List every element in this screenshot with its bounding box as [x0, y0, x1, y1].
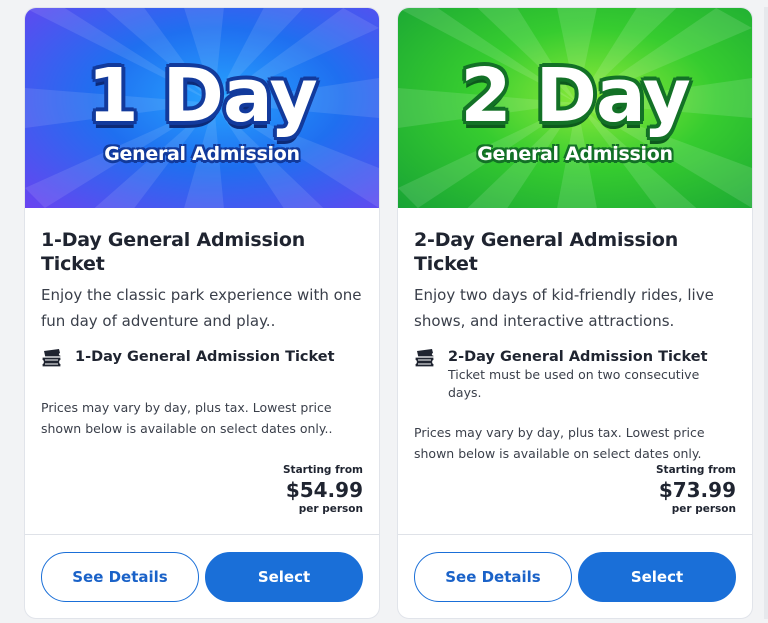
ticket-icon [414, 349, 435, 368]
ticket-name: 2-Day General Admission Ticket [448, 349, 708, 365]
card-title: 2-Day General Admission Ticket [414, 229, 679, 275]
hero-banner: 2 Day General Admission [398, 8, 752, 208]
per-person-label: per person [671, 503, 736, 515]
card-footer: See Details Select [25, 534, 379, 618]
ticket-included: 2-Day General Admission Ticket Ticket mu… [414, 348, 736, 402]
ticket-card-2-day: 2 Day General Admission 2-Day General Ad… [397, 7, 753, 619]
hero-subtitle: General Admission [477, 143, 673, 165]
card-body: 1-Day General Admission Ticket Enjoy the… [25, 208, 379, 534]
card-description: Enjoy two days of kid-friendly rides, li… [414, 286, 714, 330]
hero-title: 2 Day [460, 53, 691, 139]
next-card-edge [764, 7, 768, 619]
ticket-card-1-day: 1 Day General Admission 1-Day General Ad… [24, 7, 380, 619]
ticket-icon [41, 349, 62, 368]
select-button[interactable]: Select [205, 551, 363, 602]
card-title: 1-Day General Admission Ticket [41, 229, 306, 275]
price-block: Starting from $54.99 per person [283, 464, 363, 516]
per-person-label: per person [298, 503, 363, 515]
see-details-button[interactable]: See Details [41, 551, 199, 602]
hero-banner: 1 Day General Admission [25, 8, 379, 208]
starting-from-label: Starting from [655, 464, 736, 476]
price-disclaimer: Prices may vary by day, plus tax. Lowest… [414, 425, 705, 461]
price-amount: $54.99 [285, 478, 363, 502]
select-button[interactable]: Select [578, 551, 736, 602]
ticket-grid: 1 Day General Admission 1-Day General Ad… [0, 0, 768, 623]
ticket-name: 1-Day General Admission Ticket [75, 349, 335, 365]
card-footer: See Details Select [398, 534, 752, 618]
ticket-note: Ticket must be used on two consecutive d… [448, 367, 700, 400]
starting-from-label: Starting from [282, 464, 363, 476]
hero-subtitle: General Admission [104, 143, 300, 165]
card-description: Enjoy the classic park experience with o… [41, 286, 362, 330]
price-block: Starting from $73.99 per person [656, 464, 736, 516]
hero-title: 1 Day [87, 53, 318, 139]
card-body: 2-Day General Admission Ticket Enjoy two… [398, 208, 752, 534]
price-disclaimer: Prices may vary by day, plus tax. Lowest… [41, 400, 333, 436]
see-details-button[interactable]: See Details [414, 551, 572, 602]
price-amount: $73.99 [658, 478, 736, 502]
ticket-included: 1-Day General Admission Ticket [41, 348, 363, 369]
